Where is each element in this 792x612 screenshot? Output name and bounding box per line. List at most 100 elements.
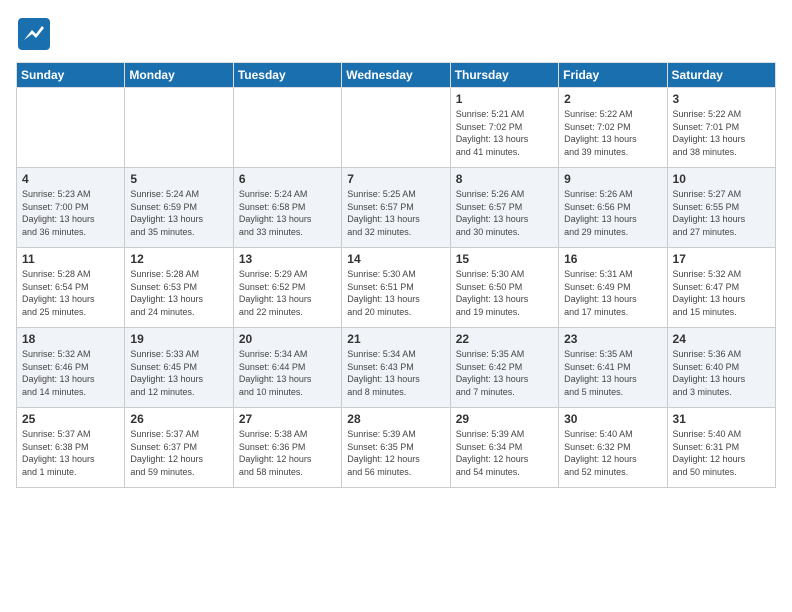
weekday-header-wednesday: Wednesday: [342, 63, 450, 88]
day-number: 13: [239, 252, 336, 266]
calendar-cell: 2 Sunrise: 5:22 AMSunset: 7:02 PMDaylight…: [559, 88, 667, 168]
calendar-cell: 4 Sunrise: 5:23 AMSunset: 7:00 PMDaylight…: [17, 168, 125, 248]
page-header: [16, 16, 776, 52]
day-number: 3: [673, 92, 770, 106]
day-info: Sunrise: 5:39 AMSunset: 6:34 PMDaylight:…: [456, 428, 553, 478]
day-info: Sunrise: 5:35 AMSunset: 6:41 PMDaylight:…: [564, 348, 661, 398]
day-info: Sunrise: 5:24 AMSunset: 6:58 PMDaylight:…: [239, 188, 336, 238]
day-number: 9: [564, 172, 661, 186]
day-info: Sunrise: 5:21 AMSunset: 7:02 PMDaylight:…: [456, 108, 553, 158]
day-number: 6: [239, 172, 336, 186]
calendar-cell: [233, 88, 341, 168]
day-info: Sunrise: 5:22 AMSunset: 7:01 PMDaylight:…: [673, 108, 770, 158]
calendar-cell: 24 Sunrise: 5:36 AMSunset: 6:40 PMDayligh…: [667, 328, 775, 408]
day-info: Sunrise: 5:23 AMSunset: 7:00 PMDaylight:…: [22, 188, 119, 238]
day-info: Sunrise: 5:35 AMSunset: 6:42 PMDaylight:…: [456, 348, 553, 398]
day-info: Sunrise: 5:34 AMSunset: 6:44 PMDaylight:…: [239, 348, 336, 398]
weekday-header-thursday: Thursday: [450, 63, 558, 88]
day-info: Sunrise: 5:24 AMSunset: 6:59 PMDaylight:…: [130, 188, 227, 238]
day-number: 20: [239, 332, 336, 346]
day-number: 10: [673, 172, 770, 186]
day-number: 16: [564, 252, 661, 266]
day-number: 29: [456, 412, 553, 426]
day-number: 27: [239, 412, 336, 426]
logo-icon: [16, 16, 52, 52]
day-number: 4: [22, 172, 119, 186]
calendar-cell: 30 Sunrise: 5:40 AMSunset: 6:32 PMDayligh…: [559, 408, 667, 488]
day-info: Sunrise: 5:31 AMSunset: 6:49 PMDaylight:…: [564, 268, 661, 318]
calendar-cell: 12 Sunrise: 5:28 AMSunset: 6:53 PMDayligh…: [125, 248, 233, 328]
calendar-week-row: 1 Sunrise: 5:21 AMSunset: 7:02 PMDaylight…: [17, 88, 776, 168]
day-info: Sunrise: 5:28 AMSunset: 6:54 PMDaylight:…: [22, 268, 119, 318]
weekday-header-saturday: Saturday: [667, 63, 775, 88]
day-number: 7: [347, 172, 444, 186]
calendar-cell: 8 Sunrise: 5:26 AMSunset: 6:57 PMDaylight…: [450, 168, 558, 248]
day-number: 1: [456, 92, 553, 106]
calendar-cell: 7Sunrise: 5:25 AMSunset: 6:57 PMDaylight…: [342, 168, 450, 248]
calendar-cell: 28 Sunrise: 5:39 AMSunset: 6:35 PMDayligh…: [342, 408, 450, 488]
calendar-cell: [17, 88, 125, 168]
calendar-cell: 21Sunrise: 5:34 AMSunset: 6:43 PMDayligh…: [342, 328, 450, 408]
calendar-cell: 15 Sunrise: 5:30 AMSunset: 6:50 PMDayligh…: [450, 248, 558, 328]
day-info: Sunrise: 5:36 AMSunset: 6:40 PMDaylight:…: [673, 348, 770, 398]
weekday-header-sunday: Sunday: [17, 63, 125, 88]
calendar-cell: 17 Sunrise: 5:32 AMSunset: 6:47 PMDayligh…: [667, 248, 775, 328]
day-info: Sunrise: 5:32 AMSunset: 6:47 PMDaylight:…: [673, 268, 770, 318]
calendar-cell: 23Sunrise: 5:35 AMSunset: 6:41 PMDayligh…: [559, 328, 667, 408]
day-number: 2: [564, 92, 661, 106]
calendar-week-row: 11 Sunrise: 5:28 AMSunset: 6:54 PMDayligh…: [17, 248, 776, 328]
day-info: Sunrise: 5:26 AMSunset: 6:56 PMDaylight:…: [564, 188, 661, 238]
day-number: 22: [456, 332, 553, 346]
day-info: Sunrise: 5:30 AMSunset: 6:51 PMDaylight:…: [347, 268, 444, 318]
day-number: 15: [456, 252, 553, 266]
day-info: Sunrise: 5:22 AMSunset: 7:02 PMDaylight:…: [564, 108, 661, 158]
calendar-table: SundayMondayTuesdayWednesdayThursdayFrid…: [16, 62, 776, 488]
day-info: Sunrise: 5:33 AMSunset: 6:45 PMDaylight:…: [130, 348, 227, 398]
logo: [16, 16, 56, 52]
day-number: 31: [673, 412, 770, 426]
day-info: Sunrise: 5:32 AMSunset: 6:46 PMDaylight:…: [22, 348, 119, 398]
day-number: 11: [22, 252, 119, 266]
calendar-cell: 11 Sunrise: 5:28 AMSunset: 6:54 PMDayligh…: [17, 248, 125, 328]
day-number: 18: [22, 332, 119, 346]
day-info: Sunrise: 5:38 AMSunset: 6:36 PMDaylight:…: [239, 428, 336, 478]
weekday-header-row: SundayMondayTuesdayWednesdayThursdayFrid…: [17, 63, 776, 88]
calendar-cell: [342, 88, 450, 168]
day-info: Sunrise: 5:28 AMSunset: 6:53 PMDaylight:…: [130, 268, 227, 318]
day-number: 19: [130, 332, 227, 346]
calendar-cell: 14 Sunrise: 5:30 AMSunset: 6:51 PMDayligh…: [342, 248, 450, 328]
calendar-cell: 10Sunrise: 5:27 AMSunset: 6:55 PMDayligh…: [667, 168, 775, 248]
calendar-cell: 31 Sunrise: 5:40 AMSunset: 6:31 PMDayligh…: [667, 408, 775, 488]
day-number: 26: [130, 412, 227, 426]
day-number: 30: [564, 412, 661, 426]
calendar-cell: 16 Sunrise: 5:31 AMSunset: 6:49 PMDayligh…: [559, 248, 667, 328]
day-info: Sunrise: 5:39 AMSunset: 6:35 PMDaylight:…: [347, 428, 444, 478]
calendar-cell: 27 Sunrise: 5:38 AMSunset: 6:36 PMDayligh…: [233, 408, 341, 488]
day-number: 14: [347, 252, 444, 266]
day-info: Sunrise: 5:29 AMSunset: 6:52 PMDaylight:…: [239, 268, 336, 318]
calendar-cell: 26 Sunrise: 5:37 AMSunset: 6:37 PMDayligh…: [125, 408, 233, 488]
day-number: 12: [130, 252, 227, 266]
calendar-cell: 29 Sunrise: 5:39 AMSunset: 6:34 PMDayligh…: [450, 408, 558, 488]
calendar-cell: 5 Sunrise: 5:24 AMSunset: 6:59 PMDaylight…: [125, 168, 233, 248]
day-info: Sunrise: 5:40 AMSunset: 6:32 PMDaylight:…: [564, 428, 661, 478]
day-number: 17: [673, 252, 770, 266]
day-number: 24: [673, 332, 770, 346]
calendar-cell: [125, 88, 233, 168]
day-info: Sunrise: 5:37 AMSunset: 6:37 PMDaylight:…: [130, 428, 227, 478]
day-number: 25: [22, 412, 119, 426]
day-info: Sunrise: 5:26 AMSunset: 6:57 PMDaylight:…: [456, 188, 553, 238]
day-number: 5: [130, 172, 227, 186]
day-info: Sunrise: 5:40 AMSunset: 6:31 PMDaylight:…: [673, 428, 770, 478]
calendar-cell: 13 Sunrise: 5:29 AMSunset: 6:52 PMDayligh…: [233, 248, 341, 328]
calendar-cell: 6 Sunrise: 5:24 AMSunset: 6:58 PMDaylight…: [233, 168, 341, 248]
calendar-cell: 9 Sunrise: 5:26 AMSunset: 6:56 PMDaylight…: [559, 168, 667, 248]
day-info: Sunrise: 5:30 AMSunset: 6:50 PMDaylight:…: [456, 268, 553, 318]
calendar-cell: 25Sunrise: 5:37 AMSunset: 6:38 PMDayligh…: [17, 408, 125, 488]
calendar-cell: 20 Sunrise: 5:34 AMSunset: 6:44 PMDayligh…: [233, 328, 341, 408]
day-number: 28: [347, 412, 444, 426]
day-info: Sunrise: 5:34 AMSunset: 6:43 PMDaylight:…: [347, 348, 444, 398]
calendar-week-row: 4 Sunrise: 5:23 AMSunset: 7:00 PMDaylight…: [17, 168, 776, 248]
calendar-cell: 1 Sunrise: 5:21 AMSunset: 7:02 PMDaylight…: [450, 88, 558, 168]
day-number: 8: [456, 172, 553, 186]
